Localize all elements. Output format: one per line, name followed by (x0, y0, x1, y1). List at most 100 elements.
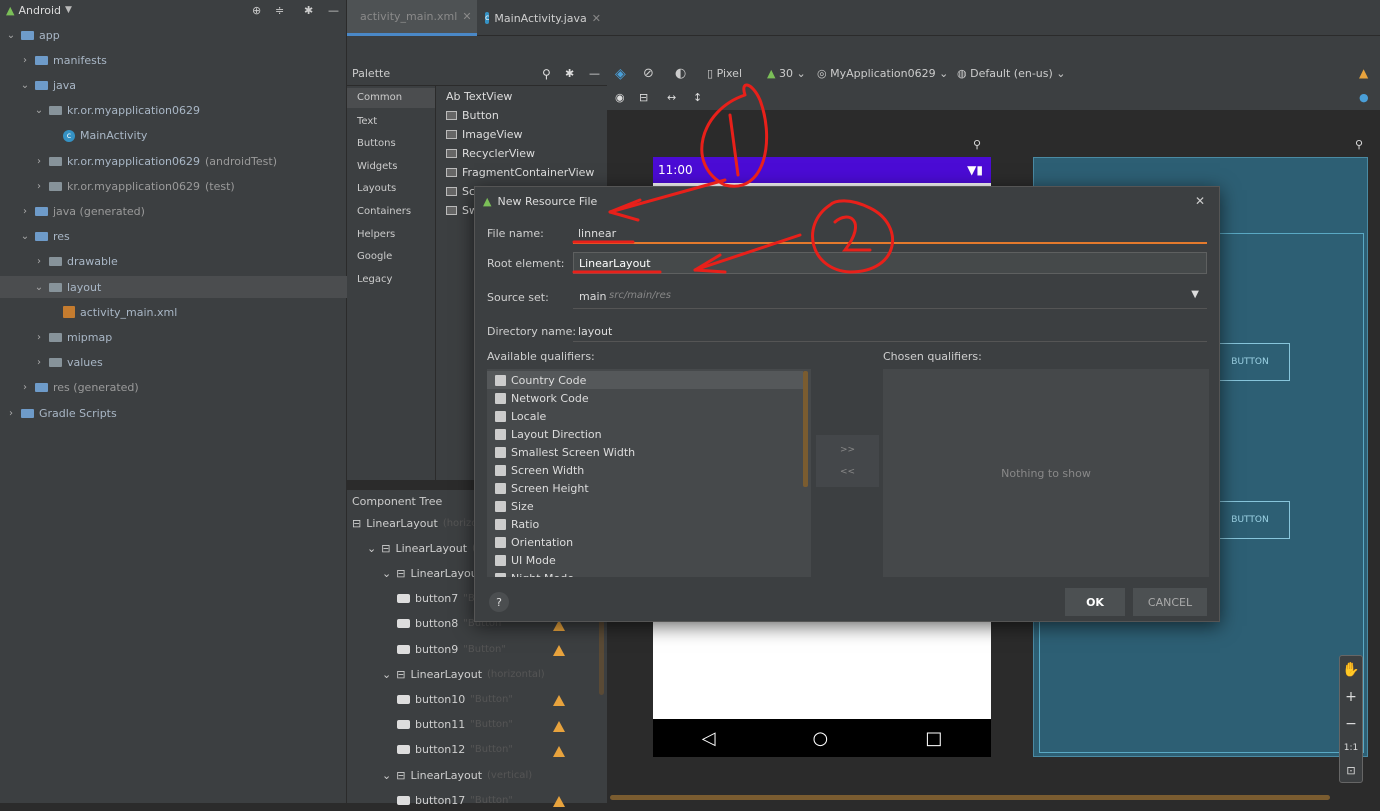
locate-icon[interactable]: ⊕ (252, 4, 261, 17)
qualifier-item[interactable]: Screen Height (495, 479, 589, 497)
pan-icon[interactable]: ✋ (1342, 662, 1359, 678)
tree-item[interactable]: c MainActivity (0, 125, 347, 147)
pin-icon[interactable]: ⚲ (973, 138, 981, 151)
qualifier-item[interactable]: Orientation (495, 533, 573, 551)
qualifier-item[interactable]: UI Mode (495, 551, 556, 569)
chevron-down-icon[interactable]: ⌄ (34, 282, 44, 293)
palette-category[interactable]: Text (357, 116, 377, 127)
api-selector[interactable]: ▲ 30 ⌄ (767, 67, 806, 80)
qualifiers-scrollbar[interactable] (803, 371, 808, 487)
device-selector[interactable]: ▯ Pixel (707, 67, 742, 80)
palette-category[interactable]: Layouts (357, 183, 396, 194)
warning-icon[interactable] (553, 645, 565, 656)
horizontal-scrollbar[interactable] (610, 795, 1330, 800)
component-tree-row[interactable]: ⌄ ⊟ LinearLayout (vertical) (382, 764, 532, 786)
component-tree-row[interactable]: button11 "Button" (397, 714, 513, 736)
warning-icon[interactable] (553, 796, 565, 808)
tree-item[interactable]: › kr.or.myapplication0629 (androidTest) (0, 150, 347, 172)
palette-category[interactable]: Widgets (357, 161, 397, 172)
tree-item[interactable]: › mipmap (0, 326, 347, 348)
root-element-field[interactable]: LinearLayout (573, 252, 1207, 274)
vertical-scrollbar[interactable] (599, 620, 604, 695)
zoom-out-button[interactable]: − (1345, 716, 1357, 732)
file-name-field[interactable]: linnear (573, 222, 1207, 244)
palette-category[interactable]: Containers (357, 206, 411, 217)
qualifier-item[interactable]: Layout Direction (495, 425, 602, 443)
chosen-qualifiers-list[interactable]: Nothing to show (883, 369, 1209, 577)
gear-icon[interactable]: ✱ (304, 4, 313, 17)
palette-category[interactable]: Helpers (357, 229, 395, 240)
chevron-right-icon[interactable]: › (20, 382, 30, 393)
minimize-icon[interactable]: — (589, 67, 600, 80)
component-tree-row[interactable]: button9 "Button" (397, 638, 506, 660)
palette-item[interactable]: FragmentContainerView (446, 166, 594, 179)
zoom-in-button[interactable]: + (1345, 689, 1357, 705)
tab-mainactivity-java[interactable]: c MainActivity.java ✕ (477, 0, 607, 36)
available-qualifiers-list[interactable]: Country Code Network Code Locale Layout Dir… (487, 369, 811, 577)
pin-icon[interactable]: ⚲ (1355, 138, 1363, 151)
ok-button[interactable]: OK (1065, 588, 1125, 616)
warning-icon[interactable] (553, 695, 565, 707)
warning-icon[interactable] (553, 745, 565, 757)
component-tree-row[interactable]: button12 "Button" (397, 739, 513, 761)
chevron-right-icon[interactable]: › (34, 156, 44, 167)
qualifier-item[interactable]: Network Code (495, 389, 589, 407)
search-icon[interactable]: ⚲ (542, 67, 551, 81)
tree-item[interactable]: › res (generated) (0, 377, 347, 399)
chevron-right-icon[interactable]: › (20, 206, 30, 217)
zoom-actual-button[interactable]: 1:1 (1344, 743, 1358, 753)
tab-activity-main-xml[interactable]: activity_main.xml ✕ (347, 0, 477, 36)
tree-item[interactable]: ⌄ java (0, 74, 347, 96)
remove-qualifier-button[interactable]: << (840, 467, 855, 477)
help-button[interactable]: ? (489, 592, 509, 612)
tree-item[interactable]: › drawable (0, 251, 347, 273)
vertical-resize-icon[interactable]: ↕ (693, 91, 702, 104)
chevron-right-icon[interactable]: › (6, 408, 16, 419)
collapse-icon[interactable]: ≑ (275, 4, 284, 17)
horizontal-resize-icon[interactable]: ↔ (667, 91, 676, 104)
chevron-down-icon[interactable]: ⌄ (382, 567, 391, 580)
tree-item[interactable]: ⌄ layout (0, 276, 347, 298)
palette-category[interactable]: Buttons (357, 138, 396, 149)
tree-item[interactable]: › java (generated) (0, 200, 347, 222)
qualifier-item[interactable]: Size (495, 497, 534, 515)
chevron-down-icon[interactable]: ⌄ (382, 769, 391, 782)
qualifier-item[interactable]: Country Code (487, 371, 803, 389)
zoom-fit-button[interactable]: ⊡ (1346, 764, 1355, 777)
qualifier-item[interactable]: Smallest Screen Width (495, 443, 635, 461)
qualifier-item[interactable]: Night Mode (495, 569, 574, 577)
orientation-icon[interactable]: ⊘ (643, 66, 654, 81)
blueprint-button[interactable]: BUTTON (1210, 343, 1290, 381)
tree-item[interactable]: ⌄ res (0, 226, 347, 248)
chevron-down-icon[interactable]: ⌄ (6, 30, 16, 41)
tree-item[interactable]: ⌄ app (0, 24, 347, 46)
warning-icon[interactable] (553, 720, 565, 732)
chevron-down-icon[interactable]: ⌄ (367, 542, 376, 555)
gear-icon[interactable]: ✱ (565, 67, 574, 80)
eye-icon[interactable]: ◉ (615, 91, 625, 104)
blueprint-icon[interactable]: ⊟ (639, 91, 648, 104)
source-set-select[interactable]: main src/main/res ▼ (573, 285, 1207, 309)
close-icon[interactable]: ✕ (592, 12, 601, 25)
palette-item[interactable]: Button (446, 109, 499, 122)
chevron-right-icon[interactable]: › (34, 256, 44, 267)
tree-item[interactable]: › kr.or.myapplication0629 (test) (0, 175, 347, 197)
night-mode-icon[interactable]: ◐ (675, 66, 686, 81)
layers-icon[interactable]: ◈ (615, 66, 626, 82)
qualifier-item[interactable]: Ratio (495, 515, 539, 533)
qualifier-item[interactable]: Locale (495, 407, 546, 425)
cancel-button[interactable]: CANCEL (1133, 588, 1207, 616)
add-qualifier-button[interactable]: >> (840, 445, 855, 455)
chevron-down-icon[interactable]: ⌄ (20, 80, 30, 91)
palette-category[interactable]: Legacy (357, 274, 392, 285)
chevron-down-icon[interactable]: ⌄ (382, 668, 391, 681)
tree-item[interactable]: › Gradle Scripts (0, 402, 347, 424)
chevron-right-icon[interactable]: › (34, 181, 44, 192)
palette-item[interactable]: ImageView (446, 128, 523, 141)
chevron-right-icon[interactable]: › (34, 332, 44, 343)
close-icon[interactable]: ✕ (462, 10, 471, 23)
directory-field[interactable]: layout (573, 320, 1207, 342)
component-tree-row[interactable]: button17 "Button" (397, 789, 513, 811)
blueprint-button[interactable]: BUTTON (1210, 501, 1290, 539)
palette-item[interactable]: Ab TextView (446, 90, 512, 103)
